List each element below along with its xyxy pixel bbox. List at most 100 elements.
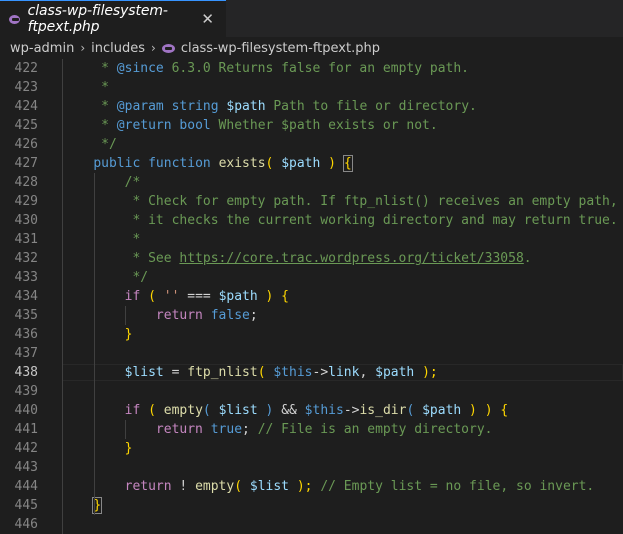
code-token: ( [406,403,423,418]
code-text: * [62,230,140,249]
code-token: */ [62,137,117,152]
code-editor[interactable]: 422 * @since 6.3.0 Returns false for an … [0,59,623,534]
code-line[interactable]: 422 * @since 6.3.0 Returns false for an … [0,59,623,78]
line-number: 425 [14,118,38,133]
code-text: */ [62,268,148,287]
code-token: === [179,289,219,304]
code-line[interactable]: 425 * @return bool Whether $path exists … [0,116,623,135]
code-token: ) ) { [461,403,509,418]
code-text: return false; [62,306,258,325]
code-token: link [328,365,360,380]
code-text: /* [62,173,141,192]
code-token: bool [179,118,211,133]
line-number: 432 [14,251,38,266]
code-token: ( [140,289,164,304]
code-token: @return [116,118,172,133]
code-token: } [62,327,133,342]
code-line[interactable]: 424 * @param string $path Path to file o… [0,97,623,116]
breadcrumb-item-file[interactable]: class-wp-filesystem-ftpext.php [181,41,380,56]
code-line[interactable]: 446 [0,515,623,534]
line-number: 427 [14,156,38,171]
code-token: // Empty list = no file, so invert. [320,479,595,494]
code-token: ( [257,365,274,380]
line-number: 435 [14,308,38,323]
line-number: 431 [14,232,38,247]
code-token: . [523,251,532,266]
line-number: 424 [14,99,38,114]
php-file-icon [9,14,20,24]
code-token: return [155,308,203,323]
line-number: 430 [14,213,38,228]
code-token: $path [218,289,258,304]
code-token: * [62,61,117,76]
code-text: * See https://core.trac.wordpress.org/ti… [62,249,532,268]
indent-guide [125,420,126,439]
indent-guide [125,306,126,325]
code-text: if ( '' === $path ) { [62,287,289,306]
code-text: * it checks the current working director… [62,211,618,230]
code-token: $path [281,156,321,171]
line-number: 445 [14,498,38,513]
line-number: 442 [14,441,38,456]
code-token: Path to file or directory. [265,99,477,114]
code-token: ) [257,403,282,418]
tab-bar: class-wp-filesystem-ftpext.php ✕ [0,0,623,37]
code-text: * @param string $path Path to file or di… [62,97,477,116]
close-icon[interactable]: ✕ [201,10,214,28]
code-text: return ! empty( $list ); // Empty list =… [62,477,595,496]
code-line[interactable]: 423 * [0,78,623,97]
code-token: false [210,308,250,323]
code-token: -> [312,365,329,380]
code-token: * [62,99,117,114]
line-number: 433 [14,270,38,285]
breadcrumb-item-includes[interactable]: includes [91,41,145,56]
code-token: $list [249,479,290,494]
line-number: 439 [14,384,38,399]
code-text: * @return bool Whether $path exists or n… [62,116,438,135]
code-text: } [62,439,133,458]
code-line[interactable]: 426 */ [0,135,623,154]
code-token: } [62,441,133,456]
line-number: 443 [14,460,38,475]
code-token: ); [414,365,438,380]
code-token: string [171,99,219,114]
code-token: public [93,156,141,171]
code-token: * [62,232,141,247]
code-token: * it checks the current working director… [62,213,618,228]
line-number: 436 [14,327,38,342]
line-number: 429 [14,194,38,209]
chevron-right-icon: › [151,41,156,55]
code-token: 6.3.0 Returns false for an empty path. [163,61,470,76]
editor-tab[interactable]: class-wp-filesystem-ftpext.php ✕ [0,0,226,37]
code-token: return [124,479,172,494]
code-token: $list [124,365,164,380]
code-token: ( [202,403,219,418]
code-token: $this [304,403,344,418]
code-token: is_dir [359,403,407,418]
line-number: 438 [14,365,38,380]
code-token: ) [320,156,344,171]
line-number: 428 [14,175,38,190]
code-token: /* [62,175,141,190]
code-text: * [62,78,109,97]
code-token: ; [249,308,258,323]
php-file-icon [161,43,175,53]
code-token: ; [242,422,258,437]
code-token: ) { [257,289,290,304]
breadcrumb: wp-admin › includes › class-wp-filesyste… [0,37,623,59]
line-number: 444 [14,479,38,494]
code-line[interactable]: 427 public function exists( $path ) { [0,154,623,173]
breadcrumb-item-wp-admin[interactable]: wp-admin [10,41,74,56]
code-token: -> [343,403,360,418]
line-number: 437 [14,346,38,361]
code-text: } [62,496,103,515]
code-token: * Check for empty path. If ftp_nlist() r… [62,194,618,209]
code-token: { [342,155,353,172]
code-token: ( [234,479,250,494]
